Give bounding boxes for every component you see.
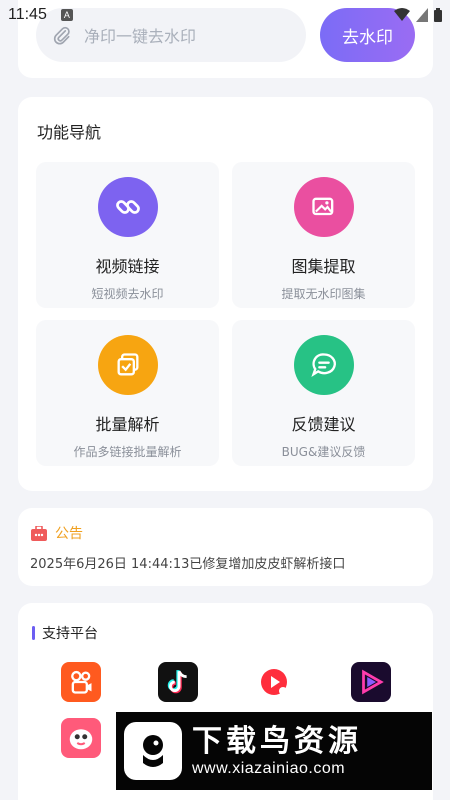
status-time: 11:45 bbox=[8, 6, 47, 23]
watermark-brand: 下载鸟资源 bbox=[192, 724, 362, 759]
title-accent-bar bbox=[32, 626, 35, 640]
site-watermark: 下载鸟资源 www.xiazainiao.com bbox=[116, 712, 432, 790]
watermark-url: www.xiazainiao.com bbox=[192, 760, 346, 777]
image-icon bbox=[293, 177, 354, 237]
wifi-icon bbox=[394, 8, 410, 21]
battery-icon bbox=[434, 8, 442, 22]
video-app-icon[interactable] bbox=[351, 662, 391, 702]
nav-item-subtitle: 作品多链接批量解析 bbox=[73, 445, 182, 459]
nav-item-title: 图集提取 bbox=[291, 257, 356, 276]
nav-item-subtitle: BUG&建议反馈 bbox=[281, 445, 366, 459]
nav-item-batch-parse[interactable]: 批量解析 作品多链接批量解析 bbox=[36, 320, 219, 466]
notice-header: 公告 bbox=[31, 523, 83, 543]
pipixia-icon[interactable] bbox=[61, 718, 101, 758]
signal-icon bbox=[416, 8, 428, 22]
watermark-texts: 下载鸟资源 www.xiazainiao.com bbox=[192, 724, 362, 778]
batch-icon bbox=[97, 335, 158, 395]
nav-item-title: 批量解析 bbox=[95, 415, 160, 434]
bird-logo-icon bbox=[124, 722, 182, 780]
announcement-icon bbox=[31, 525, 47, 541]
function-nav-title: 功能导航 bbox=[37, 123, 102, 142]
douyin-icon[interactable] bbox=[158, 662, 198, 702]
notification-a-icon: A bbox=[60, 9, 73, 21]
nav-item-video-link[interactable]: 视频链接 短视频去水印 bbox=[36, 162, 219, 308]
notice-card: 公告 2025年6月26日 14:44:13已修复增加皮皮虾解析接口 bbox=[18, 508, 433, 586]
platforms-header: 支持平台 bbox=[32, 623, 98, 643]
nav-item-gallery-extract[interactable]: 图集提取 提取无水印图集 bbox=[232, 162, 415, 308]
link-icon bbox=[97, 177, 158, 237]
status-icons bbox=[394, 8, 442, 22]
feedback-icon bbox=[293, 335, 354, 395]
platforms-title: 支持平台 bbox=[42, 626, 98, 642]
weishi-icon[interactable] bbox=[254, 662, 294, 702]
function-nav-card: 功能导航 视频链接 短视频去水印 图集提取 提取无水印图集 批量解析 作品多链接… bbox=[18, 97, 433, 491]
nav-item-subtitle: 提取无水印图集 bbox=[281, 287, 366, 301]
status-bar: 11:45 A bbox=[0, 0, 450, 30]
nav-item-feedback[interactable]: 反馈建议 BUG&建议反馈 bbox=[232, 320, 415, 466]
kuaishou-icon[interactable] bbox=[61, 662, 101, 702]
nav-item-title: 视频链接 bbox=[95, 257, 160, 276]
nav-item-subtitle: 短视频去水印 bbox=[91, 287, 164, 301]
nav-item-title: 反馈建议 bbox=[291, 415, 356, 434]
notice-label: 公告 bbox=[55, 526, 83, 542]
notice-text: 2025年6月26日 14:44:13已修复增加皮皮虾解析接口 bbox=[30, 557, 346, 572]
